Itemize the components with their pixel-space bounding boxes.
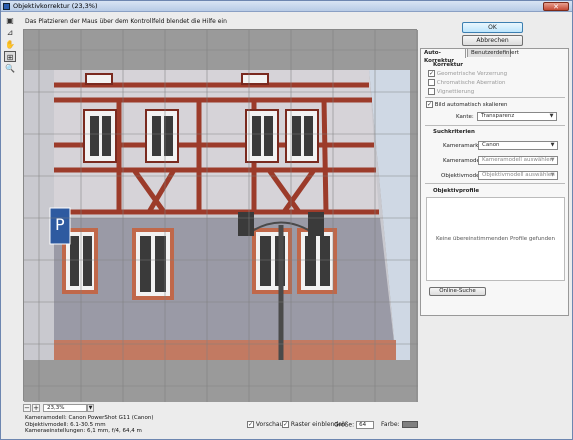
tab-custom[interactable]: Benutzerdefiniert: [467, 48, 519, 57]
show-grid-checkbox[interactable]: ✓: [282, 421, 289, 428]
close-button[interactable]: ✕: [543, 2, 569, 11]
edge-label: Kante:: [456, 114, 474, 120]
no-profiles-message: Keine übereinstimmenden Profile gefunden: [436, 236, 555, 242]
chevron-down-icon: ▼: [550, 142, 555, 148]
chromatic-option: Chromatische Aberration: [428, 79, 505, 86]
vignette-label: Vignettierung: [436, 89, 475, 95]
chromatic-checkbox[interactable]: [428, 79, 435, 86]
tab-auto-correction[interactable]: Auto-Korrektur: [420, 48, 466, 64]
chromatic-label: Chromatische Aberration: [436, 80, 506, 86]
lens-model-value: Objektivmodell auswählen: [482, 172, 555, 178]
app-icon: [3, 3, 10, 10]
zoom-tool-icon[interactable]: 🔍: [4, 63, 16, 74]
preview-checkbox[interactable]: ✓: [247, 421, 254, 428]
geometric-label: Geometrische Verzerrung: [436, 71, 508, 77]
grid-color-swatch[interactable]: [401, 421, 418, 428]
chevron-down-icon: ▼: [550, 172, 555, 178]
vignette-checkbox[interactable]: [428, 88, 435, 95]
grid-size-input[interactable]: 64: [356, 421, 375, 429]
tool-column: ▣ ⊿ ✋ ⊞ 🔍: [4, 15, 18, 75]
title-bar: Objektivkorrektur (23,3%) ✕: [1, 1, 572, 12]
grid-size-option: Größe: 64: [334, 421, 375, 429]
divider: [425, 183, 565, 184]
search-section-title: Suchkriterien: [433, 129, 475, 135]
chevron-down-icon: ▼: [549, 113, 554, 119]
grid-size-label: Größe:: [334, 421, 355, 429]
zoom-in-button[interactable]: +: [32, 404, 40, 412]
online-search-button[interactable]: Online-Suche: [429, 287, 486, 296]
straighten-tool-icon[interactable]: ⊿: [4, 27, 16, 38]
chevron-down-icon: ▼: [550, 157, 555, 163]
camera-info: Kameramodell: Canon PowerShot G11 (Canon…: [25, 415, 154, 435]
edge-value: Transparenz: [481, 113, 515, 119]
grid-color-label: Farbe:: [381, 421, 400, 428]
camera-make-value: Canon: [482, 142, 500, 148]
camera-model-value: Kameramodell auswählen: [482, 157, 554, 163]
divider: [425, 125, 565, 126]
camera-settings-text: Kameraeinstellungen: 6,1 mm, f/4, 64,4 m: [25, 428, 142, 434]
preview-image: P: [24, 30, 418, 402]
autoscale-option: ✓ Bild automatisch skalieren: [426, 101, 508, 108]
zoom-control: − + 23,3% ▼: [23, 404, 103, 413]
chevron-down-icon[interactable]: ▼: [87, 404, 94, 412]
cancel-button[interactable]: Abbrechen: [462, 35, 523, 46]
geometric-option: ✓ Geometrische Verzerrung: [428, 70, 507, 77]
divider: [425, 97, 565, 98]
lens-correction-dialog: Objektivkorrektur (23,3%) ✕ ▣ ⊿ ✋ ⊞ 🔍 Da…: [0, 0, 573, 440]
help-hint: Das Platzieren der Maus über dem Kontrol…: [25, 18, 227, 25]
preview-option: ✓ Vorschau: [247, 421, 283, 428]
preview-label: Vorschau: [255, 421, 284, 428]
camera-make-select[interactable]: Canon ▼: [478, 141, 558, 150]
vignette-option: Vignettierung: [428, 88, 474, 95]
camera-model-select[interactable]: Kameramodell auswählen ▼: [478, 156, 558, 165]
grid-color-option: Farbe:: [381, 421, 418, 428]
geometric-checkbox[interactable]: ✓: [428, 70, 435, 77]
profiles-section-title: Objektivprofile: [433, 188, 480, 194]
remove-distortion-tool-icon[interactable]: ▣: [4, 15, 16, 26]
window-title: Objektivkorrektur (23,3%): [13, 2, 98, 10]
lens-profiles-list[interactable]: Keine übereinstimmenden Profile gefunden: [426, 197, 565, 281]
autoscale-label: Bild automatisch skalieren: [434, 102, 508, 108]
zoom-out-button[interactable]: −: [23, 404, 31, 412]
preview-canvas[interactable]: P: [23, 29, 418, 402]
edge-select[interactable]: Transparenz ▼: [477, 112, 557, 121]
correction-section-title: Korrektur: [433, 62, 464, 68]
autoscale-checkbox[interactable]: ✓: [426, 101, 433, 108]
camera-model-text: Kameramodell: Canon PowerShot G11 (Canon…: [25, 415, 154, 421]
ok-button[interactable]: OK: [462, 22, 523, 33]
lens-model-select[interactable]: Objektivmodell auswählen ▼: [478, 171, 558, 180]
hand-tool-icon[interactable]: ✋: [4, 39, 16, 50]
move-grid-tool-icon[interactable]: ⊞: [4, 51, 16, 62]
zoom-level[interactable]: 23,3%: [43, 404, 87, 412]
